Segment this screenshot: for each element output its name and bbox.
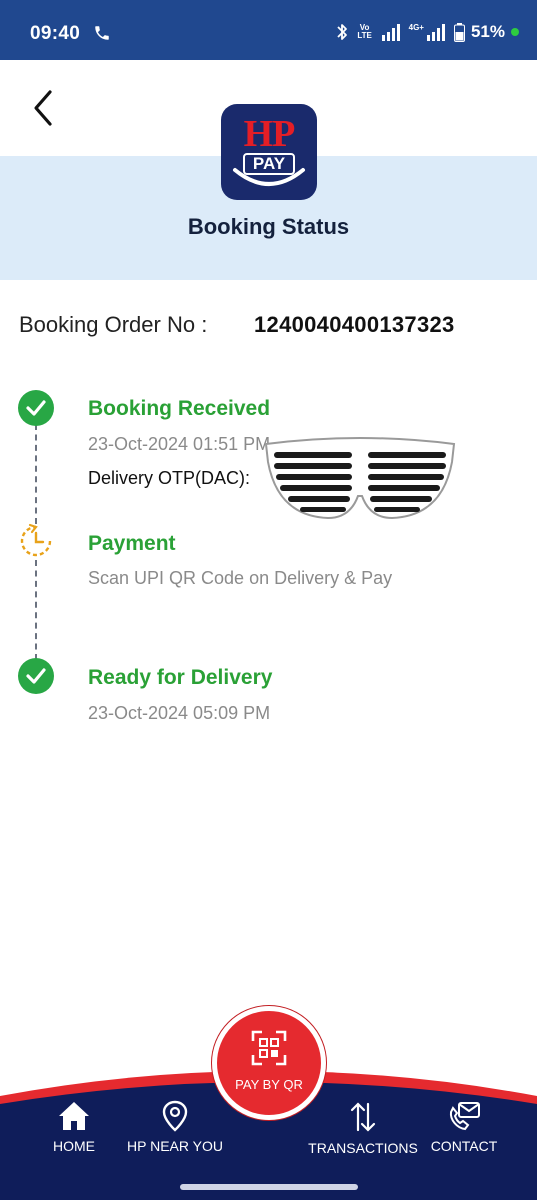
back-button[interactable] [26,86,60,130]
nav-hp-near-you-label: HP NEAR YOU [127,1138,223,1154]
hp-pay-logo: HP PAY [221,104,317,200]
nav-contact[interactable]: CONTACT [428,1100,500,1154]
signal-icon [381,24,400,41]
step-description: Scan UPI QR Code on Delivery & Pay [88,568,393,588]
home-icon [59,1102,89,1130]
order-number-label: Booking Order No : [19,312,208,337]
nav-home[interactable]: HOME [44,1100,104,1154]
smile-icon [233,168,305,186]
timeline-connector [35,424,37,524]
volte-indicator: Vo LTE [357,23,372,40]
nav-transactions-label: TRANSACTIONS [308,1140,418,1156]
step-timestamp: 23-Oct-2024 05:09 PM [88,703,271,723]
shutter-glasses-sticker [264,437,456,520]
transfer-arrows-icon [350,1102,376,1132]
battery-icon [453,22,465,42]
location-pin-icon [162,1100,188,1132]
logo-hp-text: HP [243,113,296,155]
bluetooth-icon [336,24,347,40]
step-title: Booking Received [88,397,271,420]
timeline-connector [35,560,37,660]
nav-contact-label: CONTACT [430,1138,498,1154]
pay-by-qr-button[interactable]: PAY BY QR [212,1006,326,1120]
battery-percent: 51% [470,22,505,41]
step-done-check-icon [18,390,54,426]
privacy-dot [511,28,519,36]
gesture-home-indicator[interactable] [180,1184,358,1190]
status-bar: 09:40 Vo LTE 4G+ 51% [0,0,537,60]
status-icons: Vo LTE 4G+ 51% [335,20,519,44]
page-title: Booking Status [187,214,350,239]
pay-by-qr-label: PAY BY QR [235,1077,303,1092]
qr-scan-icon [251,1030,287,1066]
booking-status-screen: 09:40 Vo LTE 4G+ 51% HP PAY Booking Stat… [0,0,537,1200]
signal-icon-2 [426,24,445,41]
delivery-otp-label: Delivery OTP(DAC): [88,468,251,488]
phone-mail-icon [449,1102,480,1131]
step-title: Payment [88,532,176,555]
pending-clock-icon [20,523,52,557]
step-timestamp: 23-Oct-2024 01:51 PM [88,434,271,454]
order-number-value: 1240040400137323 [254,312,455,337]
status-time: 09:40 [30,23,81,44]
network-type: 4G+ [408,22,424,32]
nav-home-label: HOME [53,1138,95,1154]
step-done-check-icon [18,658,54,694]
call-icon [95,26,109,40]
step-title: Ready for Delivery [88,666,273,689]
nav-hp-near-you[interactable]: HP NEAR YOU [124,1100,226,1154]
nav-transactions[interactable]: TRANSACTIONS [306,1100,420,1156]
